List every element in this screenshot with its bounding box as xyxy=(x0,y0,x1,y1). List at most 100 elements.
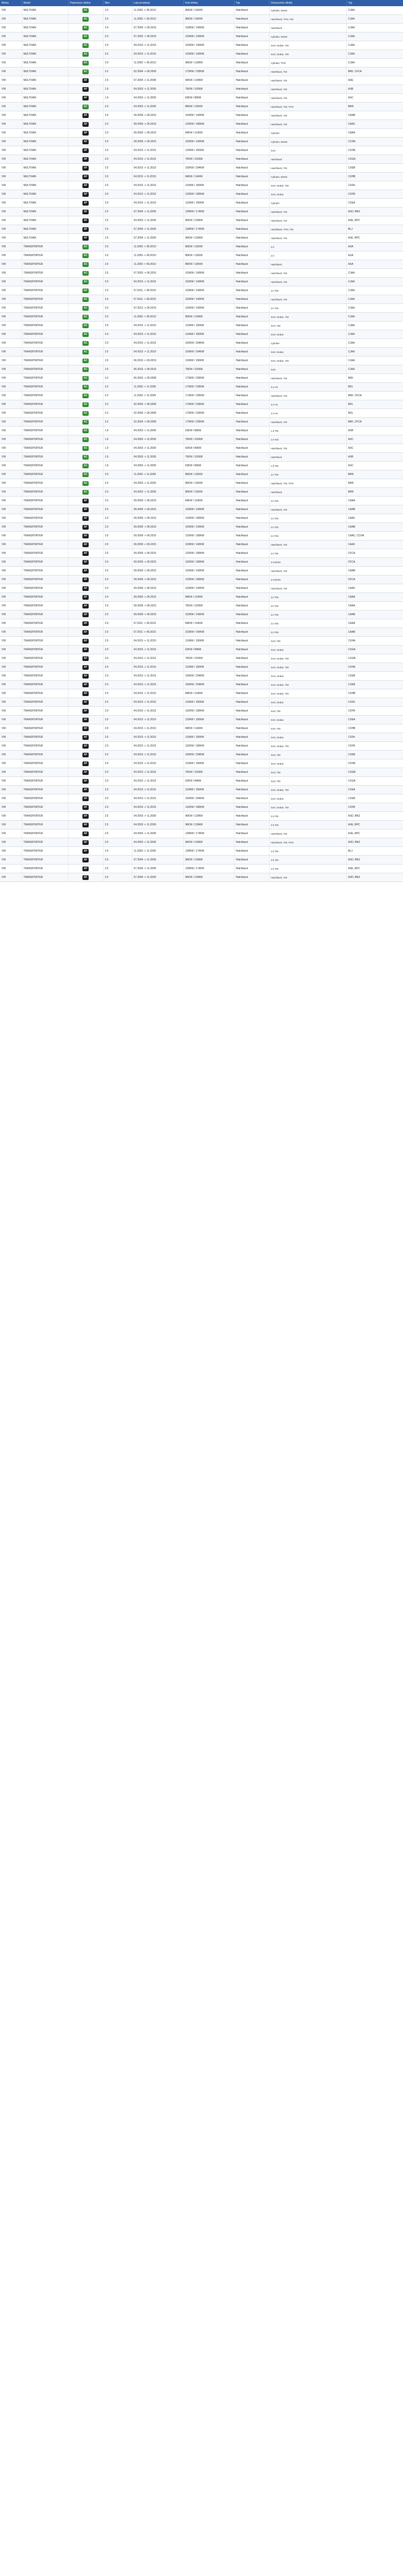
table-row[interactable]: VW TRANSPORTER AF 2.0 09.2009 -> 06.2015 132K… xyxy=(0,531,403,540)
table-row[interactable]: VW MULTIVAN AC 2.0 07.2009 -> 06.2015 103KW /… xyxy=(0,23,403,32)
table-row[interactable]: VW TRANSPORTER AC 1.9 04.2003 -> 11.2009 75KW… xyxy=(0,452,403,462)
table-row[interactable]: VW MULTIVAN AF 2.0 04.2015 -> 11.2019 110KW /… xyxy=(0,146,403,155)
table-row[interactable]: VW MULTIVAN AF 2.5 04.2003 -> 11.2009 96KW / … xyxy=(0,216,403,225)
table-row[interactable]: VW MULTIVAN AF 2.0 04.2015 -> 11.2019 75KW / … xyxy=(0,155,403,164)
table-row[interactable]: VW TRANSPORTER AC 2.0 04.2003 -> 11.2009 85KW… xyxy=(0,479,403,488)
header-cell[interactable]: Moc xyxy=(103,0,132,6)
header-cell[interactable]: Oznaczenie silnika xyxy=(269,0,347,6)
table-row[interactable]: VW TRANSPORTER AF 2.0 09.2009 -> 06.2015 103K… xyxy=(0,522,403,532)
table-row[interactable]: VW TRANSPORTER AF 2.0 04.2015 -> 11.2019 84KW… xyxy=(0,689,403,698)
table-row[interactable]: VW MULTIVAN AF 2.0 04.2015 -> 11.2019 110KW /… xyxy=(0,198,403,208)
table-row[interactable]: VW TRANSPORTER AC 2.0 06.2016 -> 06.2019 75KW… xyxy=(0,365,403,374)
header-cell[interactable]: Model xyxy=(22,0,69,6)
header-cell[interactable]: Marka xyxy=(0,0,22,6)
table-row[interactable]: VW TRANSPORTER AC 2.0 11.2003 -> 06.2010 85KW… xyxy=(0,242,403,251)
table-row[interactable]: VW MULTIVAN AF 2.5 07.2004 -> 11.2009 128KW /… xyxy=(0,207,403,216)
table-row[interactable]: VW MULTIVAN AF 1.9 04.2003 -> 11.2009 75KW / … xyxy=(0,84,403,94)
table-row[interactable]: VW TRANSPORTER AF 2.0 09.2009 -> 06.2015 84KW… xyxy=(0,496,403,505)
table-row[interactable]: VW TRANSPORTER AF 2.0 07.2011 -> 06.2015 103K… xyxy=(0,628,403,637)
table-row[interactable]: VW MULTIVAN AC 2.0 04.2015 -> 11.2019 103KW /… xyxy=(0,41,403,50)
table-row[interactable]: VW TRANSPORTER AC 3.2 02.2004 -> 06.2009 173K… xyxy=(0,409,403,418)
table-row[interactable]: VW TRANSPORTER AF 2.0 04.2015 -> 11.2019 132K… xyxy=(0,803,403,812)
table-row[interactable]: VW TRANSPORTER AF 2.5 07.2004 -> 11.2009 96KW… xyxy=(0,873,403,882)
table-row[interactable]: VW TRANSPORTER AC 1.9 04.2003 -> 11.2009 63KW… xyxy=(0,444,403,453)
table-row[interactable]: VW TRANSPORTER AF 2.0 04.2015 -> 11.2019 75KW… xyxy=(0,654,403,663)
table-row[interactable]: VW MULTIVAN AC 3.2 02.2004 -> 06.2009 173KW /… xyxy=(0,67,403,76)
table-row[interactable]: VW MULTIVAN AF 2.0 09.2009 -> 06.2015 103KW /… xyxy=(0,111,403,120)
table-row[interactable]: VW MULTIVAN AF 2.5 07.2004 -> 11.2008 96KW / … xyxy=(0,76,403,85)
table-row[interactable]: VW MULTIVAN AF 2.0 09.2009 -> 06.2015 103KW /… xyxy=(0,137,403,146)
table-row[interactable]: VW TRANSPORTER AF 2.5 04.2003 -> 11.2009 96KW… xyxy=(0,820,403,829)
table-row[interactable]: VW MULTIVAN AF 2.5 07.2004 -> 11.2009 128KW /… xyxy=(0,225,403,234)
table-row[interactable]: VW TRANSPORTER AF 2.0 04.2015 -> 11.2019 75KW… xyxy=(0,768,403,777)
table-row[interactable]: VW TRANSPORTER AF 2.5 07.2004 -> 11.2009 128K… xyxy=(0,864,403,873)
table-row[interactable]: VW TRANSPORTER AF 2.0 09.2009 -> 06.2015 103K… xyxy=(0,584,403,593)
table-row[interactable]: VW MULTIVAN AC 2.0 11.2003 -> 06.2010 96KW / … xyxy=(0,58,403,67)
table-row[interactable]: VW TRANSPORTER AF 2.0 09.2009 -> 06.2015 132K… xyxy=(0,557,403,567)
table-row[interactable]: VW TRANSPORTER AF 2.5 04.2003 -> 11.2009 96KW… xyxy=(0,838,403,847)
table-row[interactable]: VW TRANSPORTER AF 2.0 04.2015 -> 11.2019 110K… xyxy=(0,785,403,794)
table-row[interactable]: VW TRANSPORTER AF 2.0 04.2015 -> 11.2019 110K… xyxy=(0,715,403,724)
table-row[interactable]: VW TRANSPORTER AF 2.0 04.2015 -> 11.2019 132K… xyxy=(0,741,403,751)
table-row[interactable]: VW MULTIVAN AF 2.0 04.2015 -> 11.2019 110KW /… xyxy=(0,181,403,190)
table-row[interactable]: VW MULTIVAN AF 2.0 09.2009 -> 06.2015 132KW /… xyxy=(0,120,403,129)
table-row[interactable]: VW TRANSPORTER AF 2.0 09.2009 -> 06.2015 103K… xyxy=(0,540,403,549)
table-row[interactable]: VW TRANSPORTER AF 2.0 07.2011 -> 06.2015 84KW… xyxy=(0,619,403,628)
table-row[interactable]: VW TRANSPORTER AC 2.0 04.2015 -> 11.2019 150K… xyxy=(0,347,403,357)
table-row[interactable]: VW TRANSPORTER AC 3.2 02.2004 -> 06.2009 173K… xyxy=(0,400,403,409)
header-cell[interactable]: Typ xyxy=(234,0,270,6)
table-row[interactable]: VW TRANSPORTER AF 2.0 04.2015 -> 11.2019 110K… xyxy=(0,759,403,768)
table-row[interactable]: VW TRANSPORTER AF 2.0 04.2015 -> 11.2019 110K… xyxy=(0,733,403,742)
table-row[interactable]: VW MULTIVAN AC 2.0 07.2003 -> 06.2010 103KW /… xyxy=(0,32,403,41)
table-row[interactable]: VW TRANSPORTER AF 2.0 09.2009 -> 06.2015 75KW… xyxy=(0,601,403,611)
header-cell[interactable]: Pojemność silnika xyxy=(68,0,104,6)
table-row[interactable]: VW TRANSPORTER AC 1.9 04.2003 -> 11.2009 63KW… xyxy=(0,461,403,470)
table-row[interactable]: VW TRANSPORTER AF 2.0 04.2015 -> 11.2019 84KW… xyxy=(0,724,403,733)
table-row[interactable]: VW MULTIVAN AF 2.0 04.2015 -> 11.2019 150KW /… xyxy=(0,163,403,173)
table-row[interactable]: VW TRANSPORTER AF 2.0 04.2015 -> 11.2019 150K… xyxy=(0,794,403,803)
table-row[interactable]: VW TRANSPORTER AF 2.5 11.2003 -> 11.2009 128K… xyxy=(0,846,403,856)
table-row[interactable]: VW TRANSPORTER AC 2.0 07.2012 -> 06.2015 103K… xyxy=(0,303,403,313)
table-row[interactable]: VW TRANSPORTER AC 2.0 07.2003 -> 06.2010 103K… xyxy=(0,268,403,278)
table-row[interactable]: VW TRANSPORTER AC 2.0 11.2003 -> 11.2009 85KW… xyxy=(0,470,403,479)
table-row[interactable]: VW TRANSPORTER AC 1.9 04.2003 -> 11.2009 75KW… xyxy=(0,435,403,444)
table-row[interactable]: VW TRANSPORTER AF 2.0 09.2009 -> 06.2015 132K… xyxy=(0,549,403,558)
table-row[interactable]: VW TRANSPORTER AF 2.0 09.2009 -> 06.2015 103K… xyxy=(0,566,403,575)
table-row[interactable]: VW MULTIVAN AF 2.0 04.2015 -> 11.2019 84KW / … xyxy=(0,172,403,181)
table-row[interactable]: VW MULTIVAN AF 2.5 07.2004 -> 11.2009 96KW / … xyxy=(0,233,403,243)
table-row[interactable]: VW TRANSPORTER AF 2.0 09.2009 -> 06.2015 103K… xyxy=(0,505,403,514)
table-row[interactable]: VW TRANSPORTER AF 2.0 09.2009 -> 06.2015 103K… xyxy=(0,610,403,619)
table-row[interactable]: VW TRANSPORTER AF 2.0 04.2015 -> 11.2019 150K… xyxy=(0,750,403,759)
table-row[interactable]: VW TRANSPORTER AF 2.0 04.2015 -> 11.2019 62KW… xyxy=(0,776,403,786)
table-row[interactable]: VW MULTIVAN AC 2.0 04.2003 -> 11.2009 85KW / … xyxy=(0,102,403,111)
table-row[interactable]: VW TRANSPORTER AC 2.0 11.2003 -> 06.2010 85KW… xyxy=(0,251,403,260)
table-row[interactable]: VW TRANSPORTER AF 2.0 09.2009 -> 06.2015 84KW… xyxy=(0,592,403,602)
table-row[interactable]: VW TRANSPORTER AC 2.0 07.2011 -> 06.2015 103K… xyxy=(0,295,403,304)
header-cell[interactable]: Lata produkcji xyxy=(132,0,184,6)
table-row[interactable]: VW TRANSPORTER AC 2.0 11.2003 -> 06.2010 85KW… xyxy=(0,260,403,269)
table-row[interactable]: VW TRANSPORTER AC 2.0 06.2016 -> 06.2019 110K… xyxy=(0,356,403,365)
table-row[interactable]: VW TRANSPORTER AC 2.0 04.2015 -> 11.2019 110K… xyxy=(0,321,403,330)
table-row[interactable]: VW TRANSPORTER AF 2.0 04.2015 -> 11.2019 150K… xyxy=(0,671,403,681)
table-row[interactable]: VW TRANSPORTER AF 2.0 04.2015 -> 11.2019 150K… xyxy=(0,680,403,689)
table-row[interactable]: VW TRANSPORTER AC 3.2 02.2004 -> 06.2009 173K… xyxy=(0,417,403,427)
table-row[interactable]: VW TRANSPORTER AF 2.0 04.2015 -> 11.2019 110K… xyxy=(0,636,403,646)
table-row[interactable]: VW TRANSPORTER AF 2.0 04.2015 -> 11.2019 132K… xyxy=(0,706,403,716)
table-row[interactable]: VW TRANSPORTER AF 2.5 07.2004 -> 11.2009 96KW… xyxy=(0,855,403,865)
table-row[interactable]: VW TRANSPORTER AC 2.0 07.2011 -> 06.2015 103K… xyxy=(0,286,403,295)
header-cell[interactable]: Kod silnika xyxy=(183,0,234,6)
table-row[interactable]: VW TRANSPORTER AC 2.0 04.2015 -> 11.2019 110K… xyxy=(0,330,403,339)
table-row[interactable]: VW MULTIVAN AC 2.0 11.2003 -> 06.2010 85KW / … xyxy=(0,14,403,24)
table-row[interactable]: VW TRANSPORTER AC 3.2 11.2003 -> 11.2009 173K… xyxy=(0,391,403,400)
table-row[interactable]: VW TRANSPORTER AC 2.0 04.2015 -> 11.2019 103K… xyxy=(0,277,403,286)
table-row[interactable]: VW MULTIVAN AC 2.0 04.2015 -> 11.2019 103KW /… xyxy=(0,49,403,59)
table-row[interactable]: VW MULTIVAN AF 2.0 09.2009 -> 06.2015 84KW / … xyxy=(0,128,403,138)
table-row[interactable]: VW TRANSPORTER AF 2.0 04.2015 -> 11.2019 62KW… xyxy=(0,645,403,654)
header-cell[interactable]: Typ xyxy=(346,0,403,6)
table-row[interactable]: VW MULTIVAN AC 2.0 11.2003 -> 06.2010 85KW / … xyxy=(0,6,403,15)
table-row[interactable]: VW TRANSPORTER AF 2.0 04.2015 -> 11.2019 110K… xyxy=(0,663,403,672)
table-row[interactable]: VW TRANSPORTER AC 3.2 06.2003 -> 06.2008 173K… xyxy=(0,374,403,383)
table-row[interactable]: VW MULTIVAN AF 1.9 04.2003 -> 11.2009 63KW / … xyxy=(0,93,403,103)
table-row[interactable]: VW TRANSPORTER AF 2.0 04.2015 -> 11.2019 110K… xyxy=(0,698,403,707)
table-row[interactable]: VW TRANSPORTER AC 1.9 04.2003 -> 11.2009 63KW… xyxy=(0,426,403,435)
